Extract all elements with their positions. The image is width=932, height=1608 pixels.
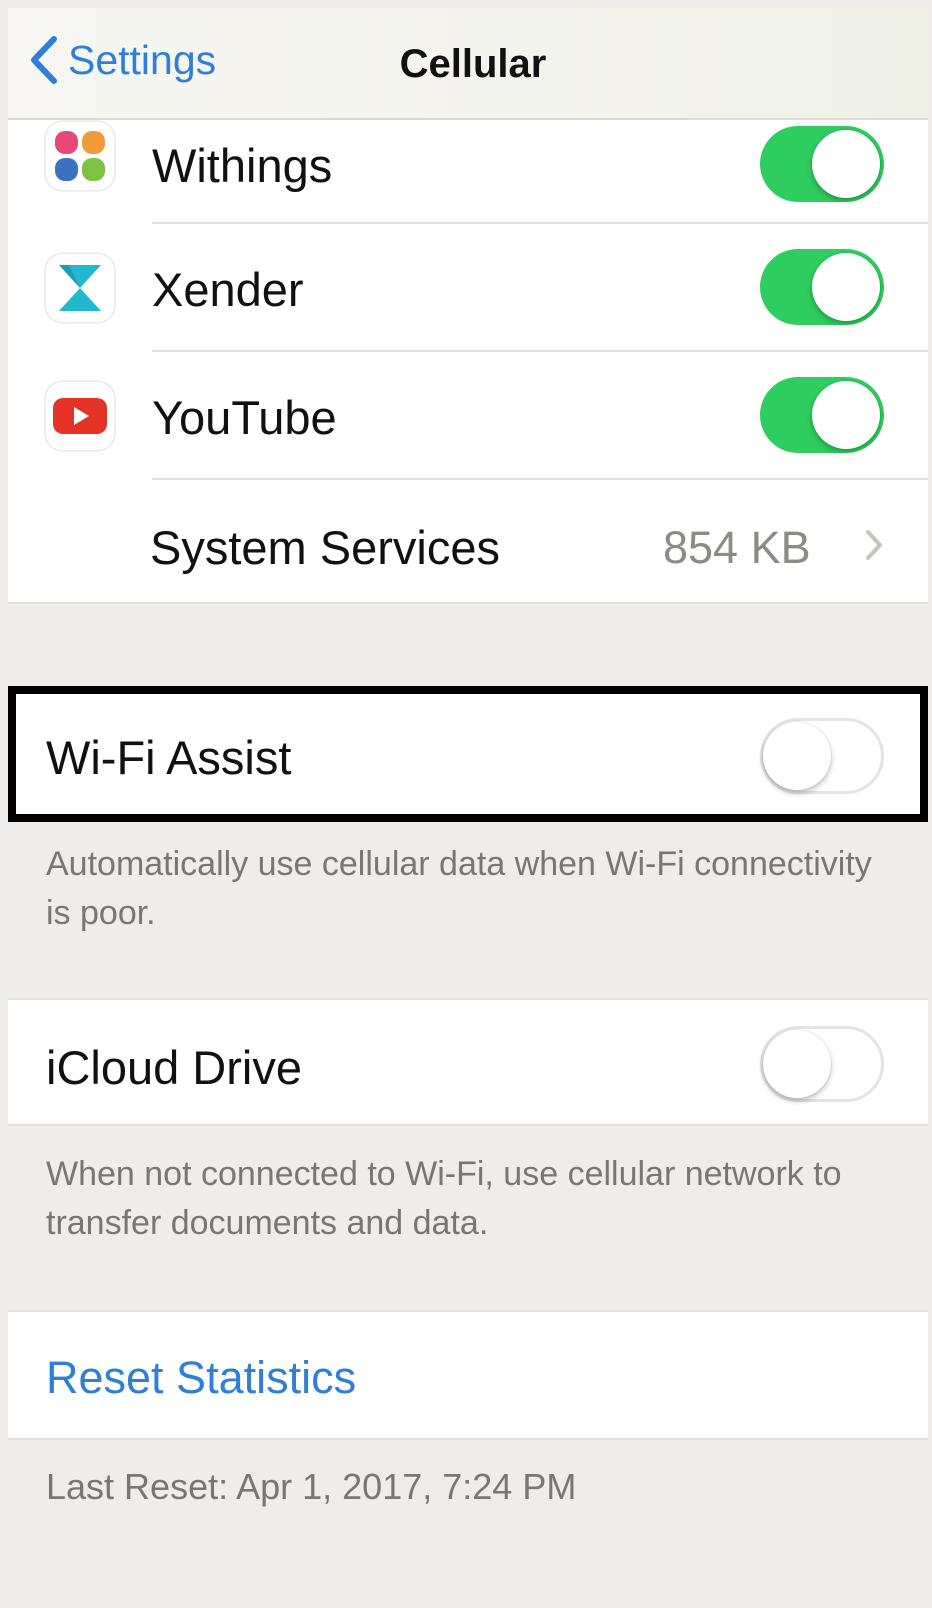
youtube-app-icon <box>46 382 114 450</box>
icloud-drive-footer: When not connected to Wi-Fi, use cellula… <box>46 1155 842 1242</box>
group-separator <box>8 1438 928 1440</box>
youtube-cellular-toggle[interactable] <box>760 377 884 453</box>
app-row-withings: Withings <box>8 118 928 222</box>
highlight-box <box>8 686 928 822</box>
xender-cellular-toggle[interactable] <box>760 249 884 325</box>
last-reset-text: Last Reset: Apr 1, 2017, 7:24 PM <box>46 1466 577 1507</box>
withings-cellular-toggle[interactable] <box>760 126 884 202</box>
wifi-assist-footer: Automatically use cellular data when Wi-… <box>46 845 872 932</box>
xender-app-icon <box>46 254 114 322</box>
system-services-label: System Services <box>150 521 500 574</box>
icloud-drive-label: iCloud Drive <box>46 1041 302 1094</box>
app-label: Withings <box>152 139 333 192</box>
app-label: YouTube <box>152 391 337 444</box>
app-row-xender: Xender <box>8 224 928 350</box>
cellular-settings-screen: Withings Xender YouTube System Services … <box>8 8 928 1604</box>
icloud-drive-row: iCloud Drive <box>8 1000 928 1124</box>
icloud-drive-toggle[interactable] <box>760 1026 884 1102</box>
navigation-bar: Settings Cellular <box>8 8 928 120</box>
app-row-youtube: YouTube <box>8 352 928 478</box>
toggle-knob <box>812 130 880 198</box>
group-separator <box>8 602 928 604</box>
reset-statistics-button[interactable]: Reset Statistics <box>46 1352 356 1404</box>
system-services-row[interactable]: System Services 854 KB <box>8 480 928 602</box>
system-services-value: 854 KB <box>663 522 811 573</box>
toggle-knob <box>812 381 880 449</box>
withings-app-icon <box>46 122 114 190</box>
page-title: Cellular <box>399 42 547 86</box>
apps-group: Withings Xender YouTube System Services … <box>8 118 928 602</box>
toggle-knob <box>763 1030 831 1098</box>
toggle-knob <box>812 253 880 321</box>
group-separator <box>8 1124 928 1126</box>
chevron-right-icon <box>866 530 882 560</box>
reset-statistics-row: Reset Statistics <box>8 1312 928 1438</box>
app-label: Xender <box>152 263 304 316</box>
